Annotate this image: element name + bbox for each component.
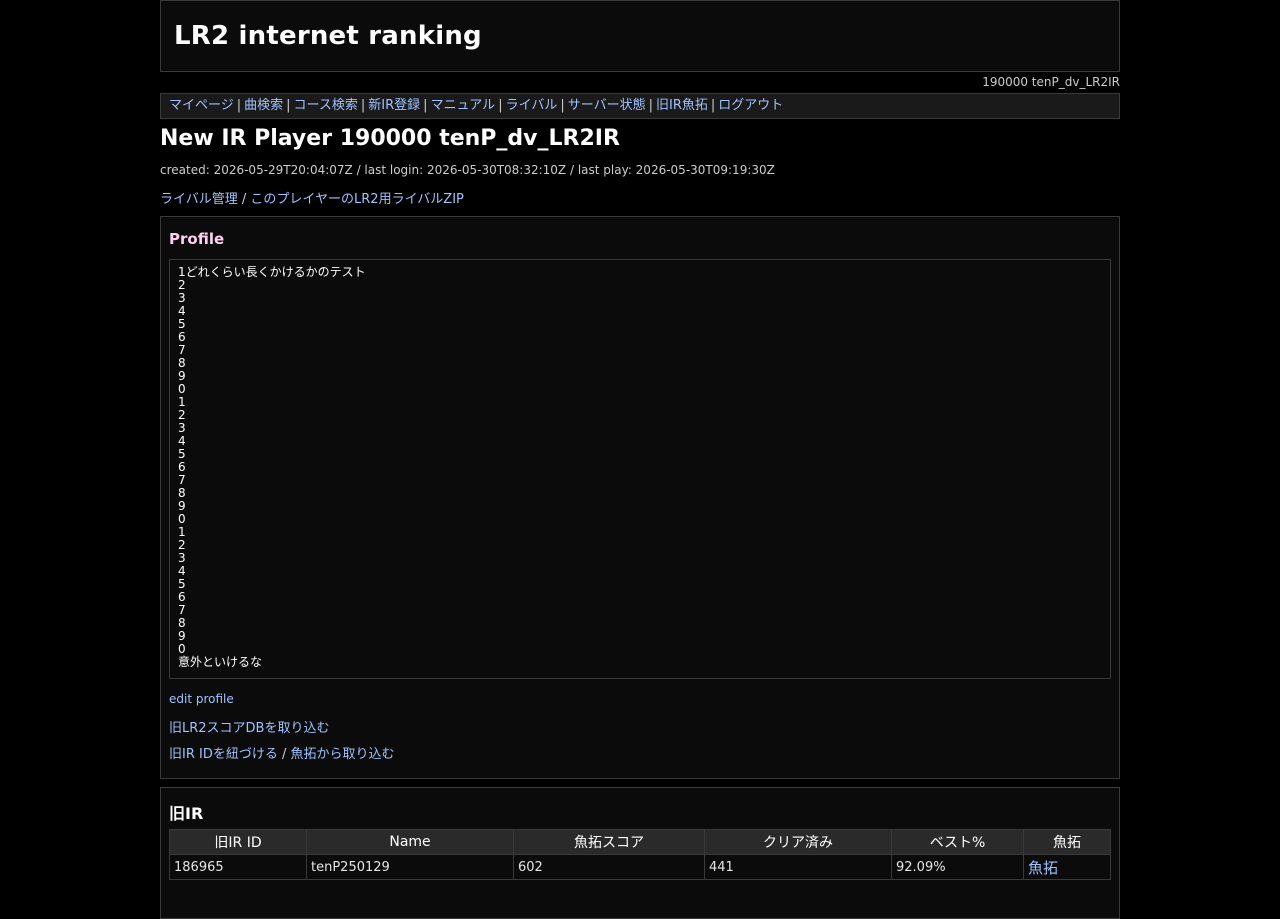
nav-item-server-status[interactable]: サーバー状態 <box>568 98 646 113</box>
nav-separator: | <box>560 98 565 113</box>
nav-item-rival[interactable]: ライバル <box>506 98 558 113</box>
site-title: LR2 internet ranking <box>174 21 482 51</box>
column-header-gyotaku-score: 魚拓スコア <box>513 829 705 855</box>
nav-separator: | <box>498 98 503 113</box>
column-header-name: Name <box>306 829 514 855</box>
column-header-gyotaku: 魚拓 <box>1023 829 1111 855</box>
old-ir-table: 旧IR ID Name 魚拓スコア クリア済み ベスト% 魚拓 186965 t… <box>169 829 1111 880</box>
current-user-label: 190000 tenP_dv_LR2IR <box>982 75 1120 89</box>
nav-bar: マイページ | 曲検索 | コース検索 | 新IR登録 | マニュアル | ライバル | サーバー状態 |… <box>160 93 1120 119</box>
nav-separator: | <box>423 98 428 113</box>
profile-panel: Profile 1どれくらい長くかけるかのテスト 2 3 4 5 6 7 8 9… <box>160 216 1120 779</box>
cell-name: tenP250129 <box>306 854 514 880</box>
table-row: 186965 tenP250129 602 441 92.09% 魚拓 <box>169 854 1111 880</box>
nav-separator: | <box>236 98 242 113</box>
gyotaku-link[interactable]: 魚拓 <box>1028 859 1058 877</box>
nav-item-course-search[interactable]: コース検索 <box>294 98 358 113</box>
old-ir-links: 旧IR IDを紐づける / 魚拓から取り込む <box>169 743 395 762</box>
link-separator: / <box>277 747 291 762</box>
nav-separator: | <box>710 98 716 113</box>
old-ir-heading: 旧IR <box>169 804 204 823</box>
cell-old-ir-id: 186965 <box>169 854 307 880</box>
link-old-ir-id-link[interactable]: 旧IR IDを紐づける <box>169 747 278 762</box>
rival-zip-link[interactable]: このプレイヤーのLR2用ライバルZIP <box>250 192 463 207</box>
nav-item-mypage[interactable]: マイページ <box>169 98 234 113</box>
nav-item-song-search[interactable]: 曲検索 <box>244 98 283 113</box>
nav-separator: | <box>360 98 366 113</box>
rival-manage-link[interactable]: ライバル管理 <box>160 192 238 207</box>
player-timestamps: created: 2026-05-29T20:04:07Z / last log… <box>160 163 775 177</box>
cell-gyotaku: 魚拓 <box>1023 854 1111 880</box>
profile-text-box: 1どれくらい長くかけるかのテスト 2 3 4 5 6 7 8 9 0 1 2 3… <box>169 259 1111 679</box>
cell-cleared: 441 <box>704 854 892 880</box>
cell-best-percent: 92.09% <box>891 854 1024 880</box>
site-header: LR2 internet ranking <box>160 0 1120 72</box>
nav-item-logout[interactable]: ログアウト <box>718 98 783 113</box>
column-header-old-ir-id: 旧IR ID <box>169 829 307 855</box>
table-header-row: 旧IR ID Name 魚拓スコア クリア済み ベスト% 魚拓 <box>169 829 1111 855</box>
link-separator: / <box>237 192 251 207</box>
import-lr2-score-db-link[interactable]: 旧LR2スコアDBを取り込む <box>169 717 329 736</box>
nav-separator: | <box>286 98 291 113</box>
profile-heading: Profile <box>169 230 225 248</box>
cell-gyotaku-score: 602 <box>513 854 705 880</box>
nav-item-manual[interactable]: マニュアル <box>431 98 496 113</box>
nav-items: マイページ | 曲検索 | コース検索 | 新IR登録 | マニュアル | ライバル | サーバー状態 |… <box>169 94 783 118</box>
old-ir-panel: 旧IR 旧IR ID Name 魚拓スコア クリア済み ベスト% 魚拓 1869… <box>160 787 1120 919</box>
page-title: New IR Player 190000 tenP_dv_LR2IR <box>160 126 620 151</box>
profile-text: 1どれくらい長くかけるかのテスト 2 3 4 5 6 7 8 9 0 1 2 3… <box>178 265 366 669</box>
import-from-gyotaku-link[interactable]: 魚拓から取り込む <box>291 747 395 762</box>
nav-item-old-ir-gyotaku[interactable]: 旧IR魚拓 <box>656 98 708 113</box>
column-header-best-percent: ベスト% <box>891 829 1024 855</box>
nav-separator: | <box>648 98 653 113</box>
rival-links: ライバル管理 / このプレイヤーのLR2用ライバルZIP <box>160 188 464 207</box>
column-header-cleared: クリア済み <box>704 829 892 855</box>
nav-item-new-ir-register[interactable]: 新IR登録 <box>368 98 420 113</box>
edit-profile-link[interactable]: edit profile <box>169 692 234 706</box>
